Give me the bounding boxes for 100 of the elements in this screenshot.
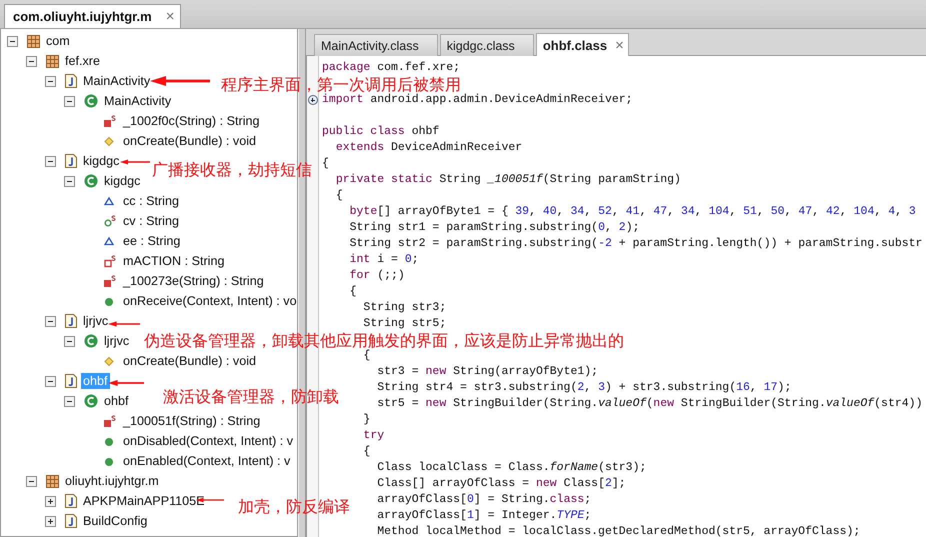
private-field-icon xyxy=(103,254,117,268)
tree-item[interactable]: ee : String xyxy=(121,233,182,249)
tree-item[interactable]: onCreate(Bundle) : void xyxy=(121,353,258,369)
class-icon xyxy=(84,94,98,108)
code-line: package com.fef.xre; xyxy=(322,61,460,74)
java-file-icon xyxy=(65,154,77,168)
code-line: String str1 = paramString.substring(0, 2); xyxy=(350,221,640,234)
tree-item[interactable]: com xyxy=(44,33,72,49)
code-line: { xyxy=(363,445,370,458)
tree-item[interactable]: cv : String xyxy=(121,213,181,229)
java-file-icon xyxy=(65,374,77,388)
collapse-toggle[interactable] xyxy=(45,376,56,386)
code-line: String str4 = str3.substring(2, 3) + str3.substring(16, 17); xyxy=(377,381,792,394)
annotation: 伪造设备管理器，卸载其他应用触发的界面，应该是防止异常抛出的 xyxy=(144,333,624,349)
class-icon xyxy=(84,394,98,408)
tree-item[interactable]: mACTION : String xyxy=(121,253,226,269)
arrow xyxy=(120,157,150,167)
code-line: byte[] arrayOfByte1 = { 39, 40, 34, 52, 41, 47, 34, 104, 51, 50, 47, 42, 104, 4, 3 xyxy=(350,205,916,218)
code-line: public class ohbf xyxy=(322,125,440,138)
arrow xyxy=(108,378,144,388)
static-field-icon xyxy=(103,214,117,228)
static-method-icon xyxy=(103,274,117,288)
collapse-toggle[interactable] xyxy=(26,476,37,486)
close-icon[interactable]: × xyxy=(166,9,174,24)
collapse-toggle[interactable] xyxy=(26,56,37,66)
code-line: arrayOfClass[0] = String.class; xyxy=(377,493,592,506)
package-icon xyxy=(27,34,40,48)
code-line: str5 = new StringBuilder(String.valueOf(new StringBuilder(String.valueOf(str4)) xyxy=(377,397,922,410)
code-line: String str5; xyxy=(363,317,446,330)
code-line: extends DeviceAdminReceiver xyxy=(336,141,522,154)
triangle-icon xyxy=(103,234,117,248)
code-line: Method localMethod = localClass.getDeclaredMethod(str5, arrayOfClass); xyxy=(377,525,860,537)
arrow xyxy=(108,319,140,329)
code-line: { xyxy=(322,157,329,170)
code-line: Class[] arrayOfClass = new Class[2]; xyxy=(377,477,626,490)
file-tab[interactable]: com.oliuyht.iujyhtgr.m × xyxy=(4,4,182,28)
tree-item[interactable]: _100273e(String) : String xyxy=(121,273,266,289)
annotation: 激活设备管理器，防卸载 xyxy=(163,389,339,405)
tree-item[interactable]: _1002f0c(String) : String xyxy=(121,113,262,129)
tree-item[interactable]: onEnabled(Context, Intent) : v xyxy=(121,453,292,469)
package-icon xyxy=(46,474,59,488)
class-icon xyxy=(84,334,98,348)
code-line: import android.app.admin.DeviceAdminReceiver; xyxy=(322,93,633,106)
tree-item[interactable]: ljrjvc xyxy=(102,333,132,349)
collapse-toggle[interactable] xyxy=(45,156,56,166)
tree-item[interactable]: MainActivity xyxy=(102,93,174,109)
annotation: 加壳，防反编译 xyxy=(238,499,350,515)
tree-item[interactable]: ohbf xyxy=(102,393,131,409)
collapse-toggle[interactable] xyxy=(64,96,75,106)
tree-item[interactable]: kigdgc xyxy=(81,153,122,169)
class-icon xyxy=(84,174,98,188)
triangle-icon xyxy=(103,194,117,208)
collapse-toggle[interactable] xyxy=(7,36,18,46)
tree-item[interactable]: ljrjvc xyxy=(81,313,110,329)
tree-item[interactable]: onCreate(Bundle) : void xyxy=(121,133,258,149)
code-line: } xyxy=(363,413,370,426)
code-line: try xyxy=(363,429,384,442)
collapse-toggle[interactable] xyxy=(45,76,56,86)
tree-item[interactable]: kigdgc xyxy=(102,173,142,189)
code-line: { xyxy=(336,189,343,202)
tree-item[interactable]: oliuyht.iujyhtgr.m xyxy=(63,473,161,489)
tree-item[interactable]: MainActivity xyxy=(81,73,152,89)
code-line: private static String _100051f(String paramString) xyxy=(336,173,681,186)
close-icon[interactable]: × xyxy=(615,38,624,52)
java-file-icon xyxy=(65,314,77,328)
static-method-icon xyxy=(103,114,117,128)
java-file-icon xyxy=(65,514,77,528)
editor-tab[interactable]: ohbf.class × xyxy=(536,33,629,56)
code-line: { xyxy=(350,285,357,298)
tree-item[interactable]: onReceive(Context, Intent) : voi xyxy=(121,293,297,309)
collapse-toggle[interactable] xyxy=(64,176,75,186)
tree-item[interactable]: _100051f(String) : String xyxy=(121,413,262,429)
static-method-icon xyxy=(103,414,117,428)
collapse-toggle[interactable] xyxy=(45,316,56,326)
arrow xyxy=(150,76,210,86)
java-file-icon xyxy=(65,74,77,88)
expand-toggle[interactable] xyxy=(45,496,56,506)
editor-tab[interactable]: MainActivity.class xyxy=(314,34,438,56)
code-line: String str3; xyxy=(363,301,446,314)
code-line: int i = 0; xyxy=(350,253,419,266)
annotation: 广播接收器，劫持短信 xyxy=(152,162,312,178)
tree-item[interactable]: BuildConfig xyxy=(81,513,150,529)
tree-item[interactable]: APKPMainAPP1105E xyxy=(81,493,207,509)
code-line: String str2 = paramString.substring(-2 + paramString.length()) + paramString.substr xyxy=(350,237,922,250)
tree-item[interactable]: onDisabled(Context, Intent) : v xyxy=(121,433,296,449)
code-line: str3 = new String(arrayOfByte1); xyxy=(377,365,598,378)
collapse-toggle[interactable] xyxy=(64,336,75,346)
tree-item[interactable]: cc : String xyxy=(121,193,181,209)
code-line: Class localClass = Class.forName(str3); xyxy=(377,461,646,474)
expand-toggle[interactable] xyxy=(308,95,318,105)
expand-toggle[interactable] xyxy=(45,516,56,526)
code-line: arrayOfClass[1] = Integer.TYPE; xyxy=(377,509,592,522)
java-file-icon xyxy=(65,494,77,508)
package-icon xyxy=(46,54,59,68)
annotation: 程序主界面，第一次调用后被禁用 xyxy=(221,77,461,93)
code-line: { xyxy=(363,349,370,362)
collapse-toggle[interactable] xyxy=(64,396,75,406)
editor-tab[interactable]: kigdgc.class xyxy=(440,34,534,56)
code-line: for (;;) xyxy=(350,269,405,282)
tree-item[interactable]: fef.xre xyxy=(63,53,102,69)
